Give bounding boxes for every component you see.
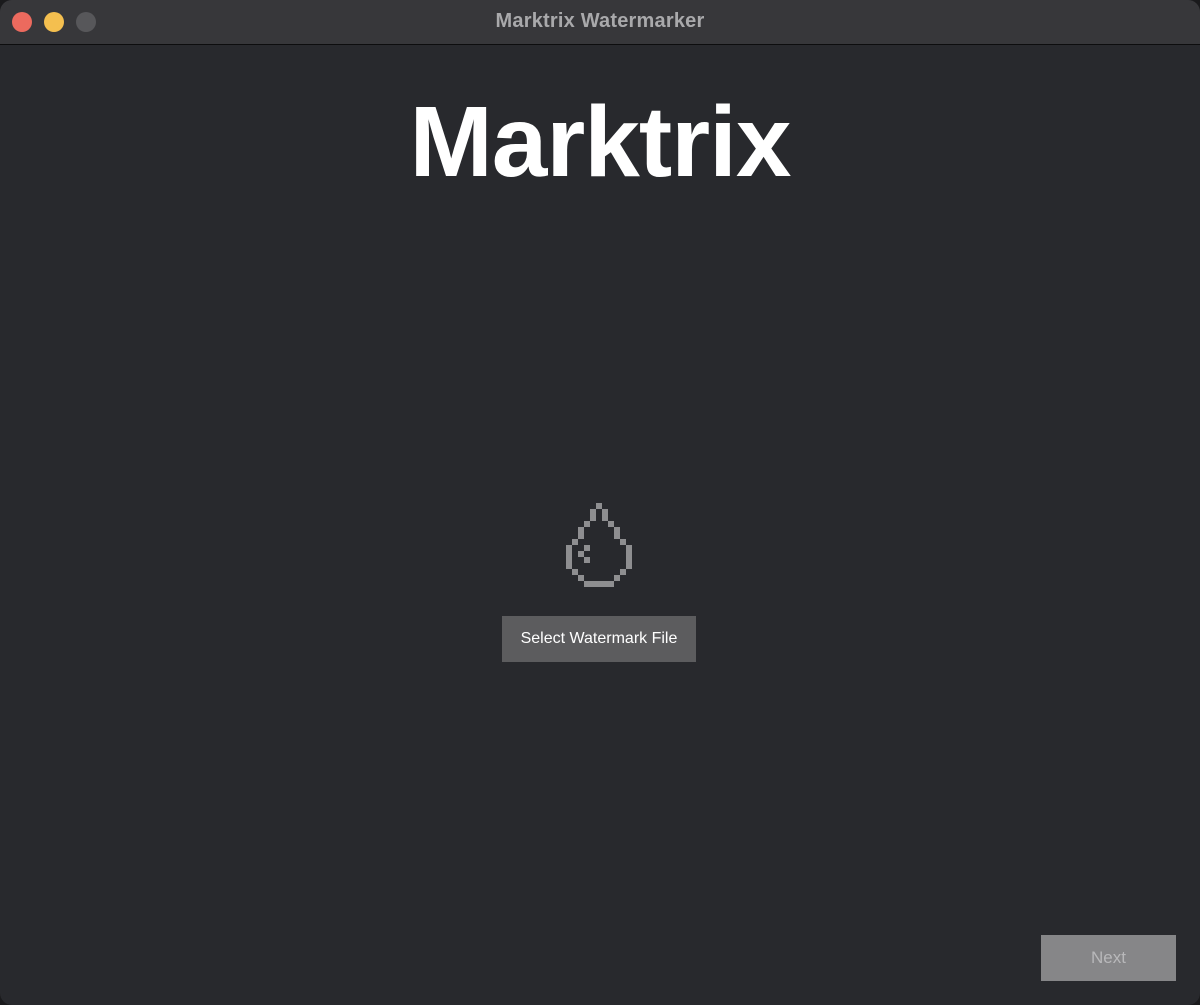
next-button[interactable]: Next: [1041, 935, 1176, 981]
title-bar[interactable]: Marktrix Watermarker: [0, 0, 1200, 45]
app-heading: Marktrix: [409, 86, 791, 198]
select-watermark-file-button[interactable]: Select Watermark File: [502, 616, 696, 662]
water-drop-icon: [566, 503, 632, 587]
app-window: Marktrix Watermarker Marktrix Select Wat…: [0, 0, 1200, 1005]
window-title: Marktrix Watermarker: [495, 10, 705, 32]
